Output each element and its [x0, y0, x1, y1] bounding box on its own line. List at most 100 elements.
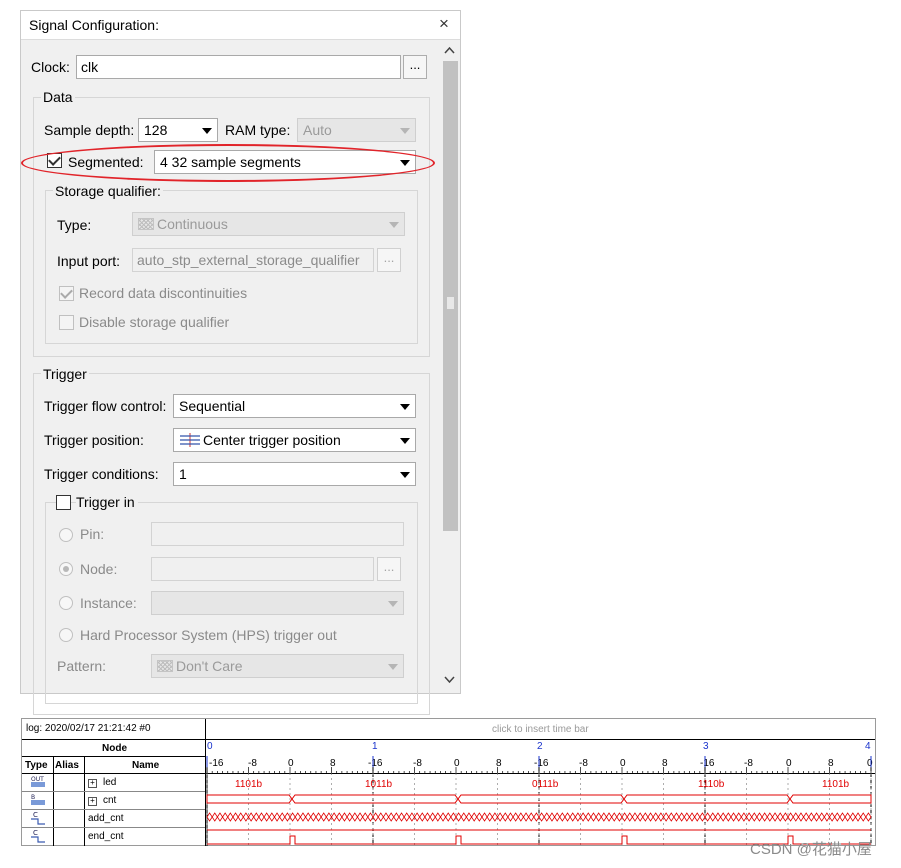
pin-label: Pin: [80, 526, 105, 542]
chevron-down-icon [389, 222, 399, 228]
cnt-bus-transition [248, 812, 255, 822]
cnt-bus-transition [315, 812, 322, 822]
cnt-bus-transition [393, 812, 400, 822]
cnt-bus-transition [325, 812, 332, 822]
input-port-browse-button[interactable]: ... [377, 248, 401, 272]
instance-radio[interactable] [59, 596, 73, 610]
cnt-bus-transition [559, 812, 566, 822]
cnt-bus-transition [331, 812, 338, 822]
expand-cnt-button[interactable]: + [88, 797, 97, 806]
cnt-bus-transition [320, 812, 327, 822]
insert-time-bar-hint[interactable]: click to insert time bar [492, 724, 589, 735]
node-field[interactable] [151, 557, 374, 581]
cnt-bus-transition [429, 812, 436, 822]
chevron-down-icon [388, 664, 398, 670]
hps-trigger-radio[interactable] [59, 628, 73, 642]
node-label: Node: [80, 561, 118, 577]
signal-name-end-cnt[interactable]: end_cnt [88, 831, 124, 842]
segment-marker-4: 4 [865, 741, 871, 752]
sample-depth-select[interactable]: 128 [138, 118, 218, 142]
cnt-bus-transition [860, 812, 867, 822]
trigger-position-label: Trigger position: [44, 432, 144, 448]
led-value: 1110b [698, 779, 725, 790]
signal-name-add-cnt[interactable]: add_cnt [88, 813, 124, 824]
vertical-scrollbar[interactable] [440, 41, 460, 693]
trigger-flow-select[interactable]: Sequential [173, 394, 416, 418]
node-header: Node [102, 743, 127, 754]
cnt-bus-transition [756, 812, 763, 822]
trigger-position-value: Center trigger position [203, 432, 341, 448]
cnt-bus-transition [274, 812, 281, 822]
cnt-bus-transition [829, 812, 836, 822]
cnt-bus-transition [611, 812, 618, 822]
cnt-bus-transition [689, 812, 696, 822]
input-port-label: Input port: [57, 253, 121, 269]
led-bus-segment [206, 794, 293, 804]
trigger-position-select[interactable]: Center trigger position [173, 428, 416, 452]
input-port-field[interactable]: auto_stp_external_storage_qualifier [132, 248, 374, 272]
pin-radio[interactable] [59, 528, 73, 542]
checkmark-icon [60, 286, 73, 299]
cnt-bus-transition [476, 812, 483, 822]
signal-name-led[interactable]: led [103, 777, 116, 788]
cnt-bus-transition [284, 812, 291, 822]
instance-select[interactable] [151, 591, 404, 615]
cnt-bus-transition [419, 812, 426, 822]
svg-text:B: B [31, 794, 35, 801]
waveform-traces[interactable] [206, 756, 875, 846]
cnt-bus-transition [585, 812, 592, 822]
led-value: 1011b [365, 779, 393, 790]
cnt-bus-transition [357, 812, 364, 822]
scrollbar-thumb[interactable] [443, 61, 458, 531]
trigger-in-checkbox[interactable] [56, 495, 71, 510]
cnt-bus-transition [595, 812, 602, 822]
ram-type-select[interactable]: Auto [297, 118, 416, 142]
instance-label: Instance: [80, 595, 137, 611]
cnt-bus-transition [538, 812, 545, 822]
cnt-bus-transition [227, 812, 234, 822]
storage-type-select[interactable]: Continuous [132, 212, 405, 236]
storage-type-value: Continuous [157, 216, 228, 232]
sample-depth-label: Sample depth: [44, 122, 135, 138]
clock-input[interactable]: clk [76, 55, 401, 79]
cnt-bus-transition [626, 812, 633, 822]
cnt-bus-transition [232, 812, 239, 822]
combinational-signal-icon: C [31, 829, 45, 843]
segment-marker-2: 2 [537, 741, 543, 752]
ram-type-value: Auto [303, 122, 332, 138]
cnt-bus-transition [466, 812, 473, 822]
clock-browse-button[interactable]: ... [403, 55, 427, 79]
cnt-bus-transition [512, 812, 519, 822]
cnt-bus-transition [554, 812, 561, 822]
cnt-bus-transition [533, 812, 540, 822]
cnt-bus-transition [746, 812, 753, 822]
trigger-conditions-value: 1 [179, 466, 187, 482]
signal-name-cnt[interactable]: cnt [103, 795, 116, 806]
scroll-down-arrow-icon[interactable] [444, 673, 455, 687]
trigger-conditions-select[interactable]: 1 [173, 462, 416, 486]
cnt-bus-transition [445, 812, 452, 822]
pin-field[interactable] [151, 522, 404, 546]
cnt-bus-transition [383, 812, 390, 822]
cnt-bus-transition [258, 812, 265, 822]
cnt-bus-transition [507, 812, 514, 822]
chevron-down-icon [388, 601, 398, 607]
clock-label: Clock: [31, 59, 70, 75]
node-radio[interactable] [59, 562, 73, 576]
cnt-bus-transition [699, 812, 706, 822]
chevron-down-icon [400, 438, 410, 444]
scroll-up-arrow-icon[interactable] [444, 43, 455, 57]
pattern-select[interactable]: Don't Care [151, 654, 404, 678]
type-label: Type: [57, 217, 92, 233]
node-browse-button[interactable]: ... [377, 557, 401, 581]
trigger-group-title: Trigger [41, 366, 89, 382]
disable-storage-qualifier-checkbox[interactable] [59, 315, 74, 330]
cnt-bus-transition [310, 812, 317, 822]
cnt-bus-transition [844, 812, 851, 822]
expand-led-button[interactable]: + [88, 779, 97, 788]
cnt-bus-transition [305, 812, 312, 822]
close-icon[interactable]: × [439, 14, 449, 34]
record-discontinuities-checkbox[interactable] [59, 286, 74, 301]
cnt-bus-transition [813, 812, 820, 822]
cnt-bus-transition [632, 812, 639, 822]
